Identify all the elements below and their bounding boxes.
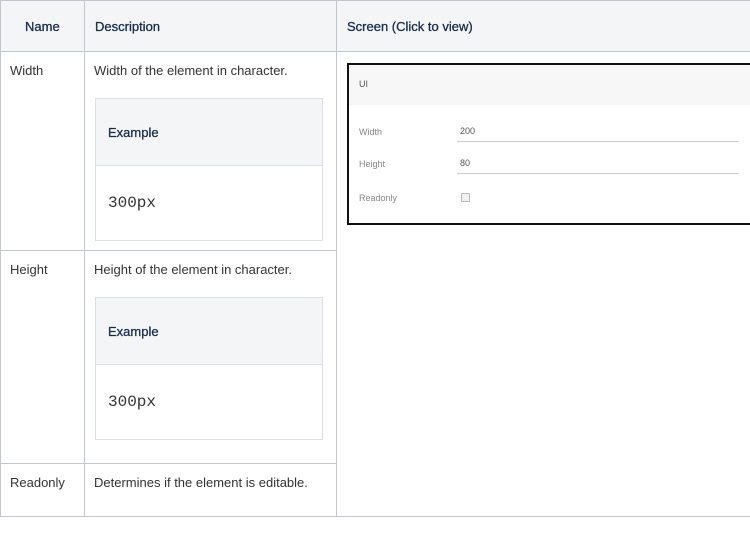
row-screen-cell: UI Width 200 Height 80 Readonly (336, 51, 750, 517)
screenshot-readonly-checkbox (461, 193, 470, 202)
row-description: Height of the element in character. (94, 262, 293, 277)
row-name: Height (10, 262, 48, 277)
screenshot-width-label: Width (359, 127, 383, 137)
table-row: Width Width of the element in character.… (0, 51, 750, 517)
example-value: 300px (108, 393, 157, 411)
row-description: Width of the element in character. (94, 63, 288, 78)
screenshot-thumbnail[interactable]: UI Width 200 Height 80 Readonly (347, 63, 750, 225)
row-description-cell: Width of the element in character. Examp… (84, 51, 337, 251)
table-header-row: Name Description Screen (Click to view) (0, 0, 750, 52)
example-panel: Example 300px (95, 297, 323, 440)
screenshot-height-row: Height 80 (349, 155, 750, 175)
screenshot-header: UI (349, 65, 750, 105)
screenshot-width-row: Width 200 (349, 123, 750, 143)
row-description-cell: Determines if the element is editable. (84, 463, 337, 517)
properties-table: Name Description Screen (Click to view) … (0, 0, 750, 517)
screenshot-readonly-row: Readonly (349, 189, 750, 209)
example-panel: Example 300px (95, 98, 323, 241)
header-name: Name (0, 0, 85, 52)
header-screen: Screen (Click to view) (336, 0, 750, 52)
row-name: Readonly (10, 475, 65, 490)
example-value: 300px (108, 194, 157, 212)
row-description-cell: Height of the element in character. Exam… (84, 250, 337, 464)
header-description: Description (84, 0, 337, 52)
screenshot-height-label: Height (359, 159, 386, 169)
example-title: Example (96, 298, 322, 365)
screenshot-width-field: 200 (457, 123, 739, 142)
row-name-cell: Readonly (0, 463, 85, 517)
row-description: Determines if the element is editable. (94, 475, 308, 490)
row-name-cell: Height (0, 250, 85, 464)
row-name: Width (10, 63, 44, 78)
row-name-cell: Width (0, 51, 85, 251)
screenshot-height-field: 80 (457, 155, 739, 174)
screenshot-section-title: UI (359, 79, 368, 89)
example-title: Example (96, 99, 322, 166)
screenshot-readonly-label: Readonly (359, 193, 398, 203)
